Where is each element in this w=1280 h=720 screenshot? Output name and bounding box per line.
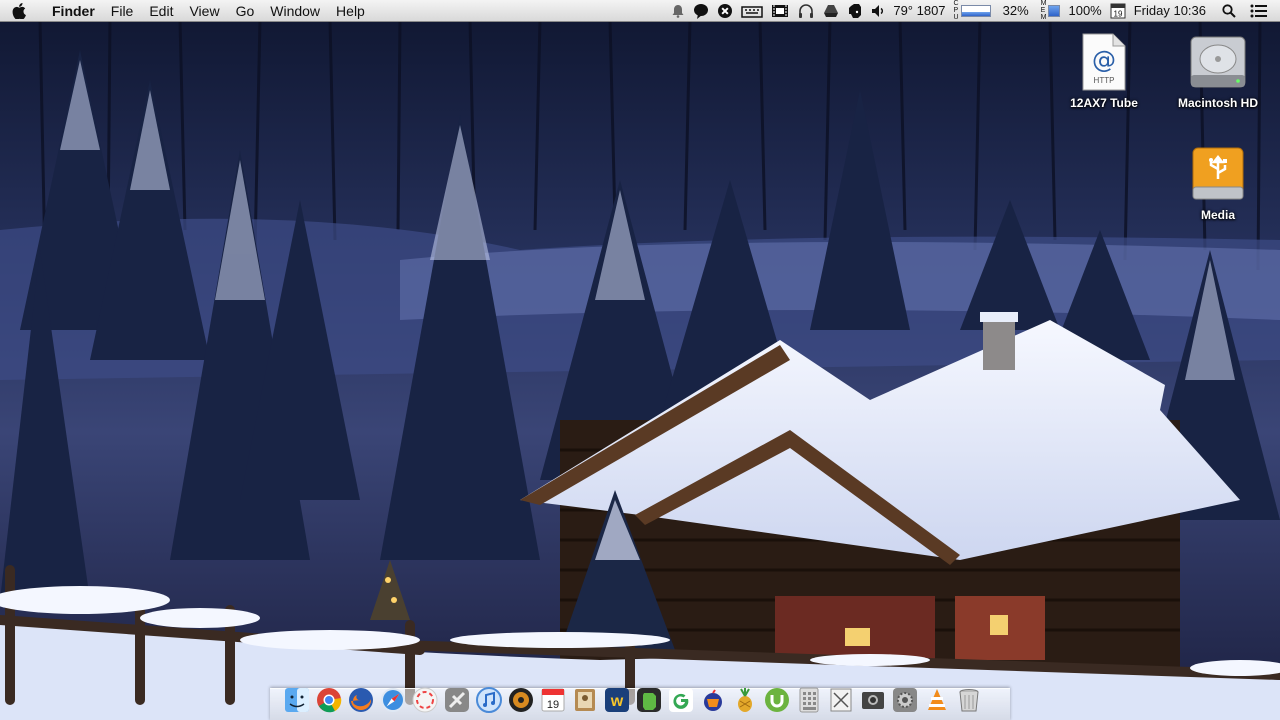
utorrent-icon[interactable] [762,685,791,714]
finder-icon[interactable] [282,685,311,714]
contacts-icon[interactable] [570,685,599,714]
menu-help[interactable]: Help [328,0,373,22]
evernote-icon[interactable] [634,685,663,714]
safari-icon[interactable] [378,685,407,714]
film-icon[interactable] [767,0,793,22]
lifesaver-icon[interactable] [410,685,439,714]
menu-app-finder[interactable]: Finder [44,0,103,22]
mem-percent: 100% [1068,3,1102,18]
weather-readout[interactable]: 79° 1807 [889,0,949,22]
hard-drive-icon [1186,30,1250,94]
menu-file[interactable]: File [103,0,142,22]
cpu-graph [960,4,991,17]
usb-drive-icon [1186,142,1250,206]
calendar-icon[interactable]: 19 [538,685,567,714]
cpu-percent: 32% [1002,3,1029,18]
satellite-icon[interactable] [442,685,471,714]
spotlight-icon[interactable] [1218,0,1240,22]
menu-bar: Finder File Edit View Go Window Help 79°… [0,0,1280,22]
cpu-label: CPU [953,0,959,21]
desktop-icon-label: Macintosh HD [1177,96,1258,110]
mem-label: MEM [1040,0,1047,21]
desktop: Finder File Edit View Go Window Help 79°… [0,0,1280,720]
desktop-icon-label: Media [1200,208,1235,222]
apple-menu-icon[interactable] [12,2,34,19]
desktop-icon-label: 12AX7 Tube [1070,96,1138,110]
keyboard-icon[interactable] [737,0,767,22]
clock[interactable]: Friday 10:36 [1130,0,1210,22]
evernote-status-icon[interactable] [843,0,867,22]
menu-window[interactable]: Window [262,0,328,22]
desktop-icon-12ax7-tube[interactable]: @ HTTP 12AX7 Tube [1054,30,1154,110]
calendar-day-label: 19 [1113,9,1122,18]
mem-meter[interactable]: MEM [1037,0,1065,22]
speech-bubble-icon[interactable] [689,0,713,22]
menu-go[interactable]: Go [228,0,263,22]
pineapple-icon[interactable] [730,685,759,714]
notification-list-icon[interactable] [1246,0,1272,22]
chrome-icon[interactable] [314,685,343,714]
menu-view[interactable]: View [181,0,227,22]
calendar-icon[interactable]: 19 [1106,0,1130,22]
dock: 19 w [282,680,983,714]
headphones-icon[interactable] [793,0,819,22]
mem-bar [1048,4,1061,17]
speaker-icon[interactable] [867,0,889,22]
script-icon[interactable] [826,685,855,714]
google-icon[interactable] [666,685,695,714]
vlc-icon[interactable] [922,685,951,714]
firefox-icon[interactable] [346,685,375,714]
speaker-icon[interactable] [506,685,535,714]
system-preferences-icon[interactable] [890,685,919,714]
dock-calendar-day: 19 [546,699,558,711]
photo-icon[interactable] [858,685,887,714]
http-document-icon: @ HTTP [1072,30,1136,94]
svg-text:w: w [609,693,623,710]
bell-icon[interactable] [667,0,689,22]
drive-icon[interactable] [819,0,843,22]
svg-text:HTTP: HTTP [1094,76,1115,85]
desktop-icon-media[interactable]: Media [1168,142,1268,222]
trash-icon[interactable] [954,685,983,714]
wunderlist-icon[interactable]: w [602,685,631,714]
calculator-icon[interactable] [794,685,823,714]
cpu-meter[interactable]: CPU [950,0,995,22]
svg-text:@: @ [1092,46,1116,74]
itunes-icon[interactable] [474,685,503,714]
crossed-circle-icon[interactable] [713,0,737,22]
desktop-icon-macintosh-hd[interactable]: Macintosh HD [1168,30,1268,110]
menu-edit[interactable]: Edit [141,0,181,22]
folder-bomb-icon[interactable] [698,685,727,714]
